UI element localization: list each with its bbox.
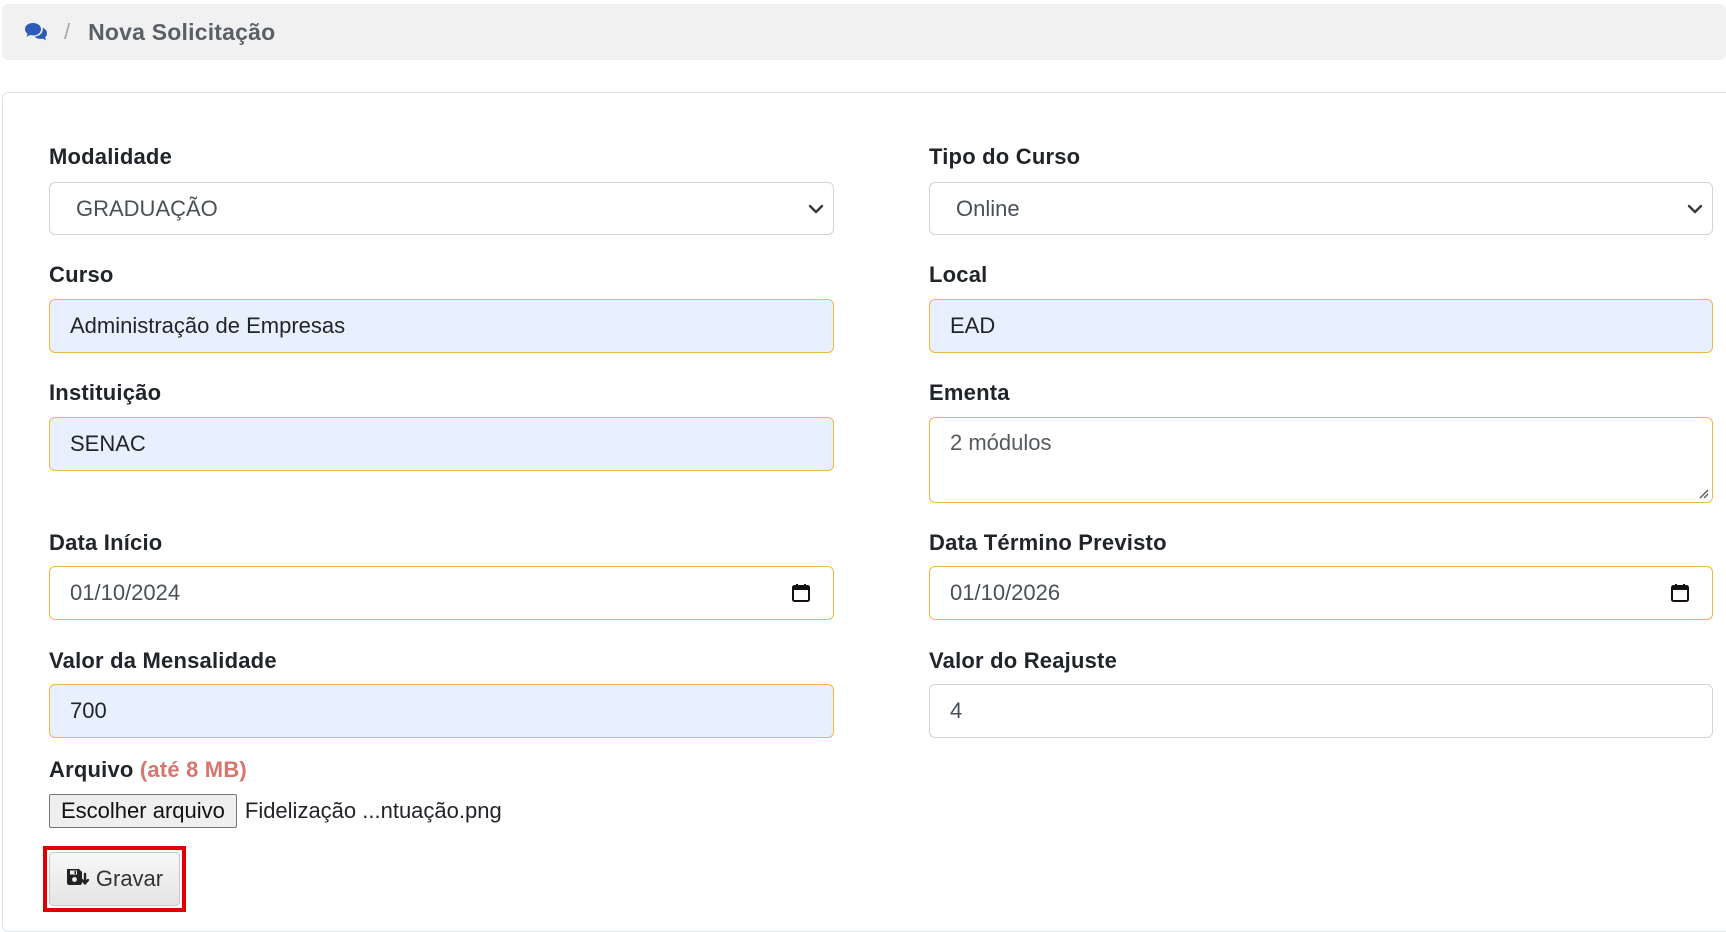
- curso-input[interactable]: Administração de Empresas: [49, 299, 834, 353]
- breadcrumb-separator: /: [64, 19, 71, 44]
- choose-file-button[interactable]: Escolher arquivo: [49, 794, 237, 828]
- valor-mensalidade-label: Valor da Mensalidade: [49, 648, 277, 673]
- file-input: Escolher arquivo Fidelização ...ntuação.…: [49, 794, 502, 828]
- chevron-down-icon: [1687, 204, 1703, 213]
- data-termino-label: Data Término Previsto: [929, 530, 1167, 555]
- local-value: EAD: [950, 313, 996, 338]
- arquivo-label-text: Arquivo: [49, 757, 134, 782]
- local-label: Local: [929, 262, 988, 287]
- data-termino-value: 01/10/2026: [950, 580, 1061, 605]
- instituicao-label: Instituição: [49, 380, 162, 405]
- selected-file-name: Fidelização ...ntuação.png: [244, 798, 502, 823]
- instituicao-input[interactable]: SENAC: [49, 417, 834, 471]
- tipo-curso-select[interactable]: Online: [929, 182, 1713, 235]
- modalidade-select[interactable]: GRADUAÇÃO: [49, 182, 834, 235]
- calendar-icon[interactable]: [791, 583, 811, 603]
- ementa-textarea[interactable]: 2 módulos: [929, 417, 1713, 503]
- instituicao-value: SENAC: [70, 431, 146, 456]
- comments-icon[interactable]: [24, 21, 50, 43]
- modalidade-value: GRADUAÇÃO: [76, 195, 218, 221]
- valor-reajuste-value: 4: [950, 698, 963, 723]
- tipo-curso-value: Online: [956, 195, 1020, 221]
- calendar-icon[interactable]: [1670, 583, 1690, 603]
- page-title: Nova Solicitação: [88, 18, 276, 45]
- arquivo-label: Arquivo (até 8 MB): [49, 757, 247, 783]
- valor-mensalidade-input[interactable]: 700: [49, 684, 834, 738]
- save-icon: [66, 869, 90, 885]
- save-button[interactable]: Gravar: [49, 852, 180, 906]
- valor-mensalidade-value: 700: [70, 698, 107, 723]
- save-button-highlight: Gravar: [43, 846, 186, 912]
- tipo-curso-label: Tipo do Curso: [929, 144, 1081, 169]
- modalidade-label: Modalidade: [49, 144, 173, 169]
- data-inicio-value: 01/10/2024: [70, 580, 181, 605]
- curso-value: Administração de Empresas: [70, 313, 346, 338]
- data-termino-input[interactable]: 01/10/2026: [929, 566, 1713, 620]
- curso-label: Curso: [49, 262, 114, 287]
- ementa-label: Ementa: [929, 380, 1010, 405]
- local-input[interactable]: EAD: [929, 299, 1713, 353]
- resize-handle-icon[interactable]: [1697, 487, 1709, 499]
- breadcrumb: / Nova Solicitação: [2, 4, 1726, 60]
- chevron-down-icon: [808, 204, 824, 213]
- valor-reajuste-input[interactable]: 4: [929, 684, 1713, 738]
- data-inicio-label: Data Início: [49, 530, 163, 555]
- ementa-value: 2 módulos: [950, 430, 1052, 455]
- data-inicio-input[interactable]: 01/10/2024: [49, 566, 834, 620]
- valor-reajuste-label: Valor do Reajuste: [929, 648, 1118, 673]
- save-button-label: Gravar: [95, 866, 164, 891]
- arquivo-size-hint: (até 8 MB): [139, 757, 247, 782]
